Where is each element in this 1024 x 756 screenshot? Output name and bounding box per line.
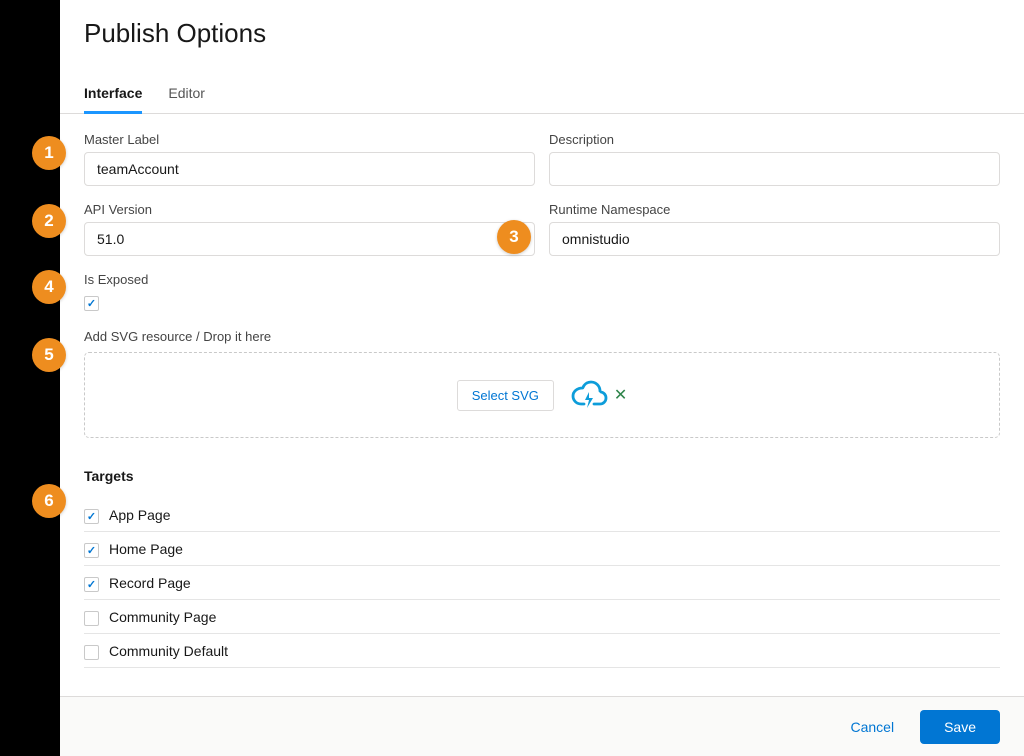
- runtime-namespace-label: Runtime Namespace: [549, 202, 1000, 217]
- modal-title: Publish Options: [84, 18, 1000, 49]
- publish-options-modal: Publish Options Interface Editor Master …: [60, 0, 1024, 756]
- targets-header: Targets: [84, 468, 1000, 484]
- target-item: Record Page: [84, 566, 1000, 600]
- master-label-label: Master Label: [84, 132, 535, 147]
- is-exposed-label: Is Exposed: [84, 272, 1000, 287]
- api-version-input[interactable]: [84, 222, 535, 256]
- tabs: Interface Editor: [60, 59, 1024, 114]
- callout-3: 3: [497, 220, 531, 254]
- remove-svg-icon[interactable]: ✕: [614, 385, 627, 405]
- target-checkbox-app-page[interactable]: [84, 509, 99, 524]
- target-checkbox-home-page[interactable]: [84, 543, 99, 558]
- target-label: Community Default: [109, 643, 228, 659]
- description-input[interactable]: [549, 152, 1000, 186]
- callout-5: 5: [32, 338, 66, 372]
- description-label: Description: [549, 132, 1000, 147]
- is-exposed-checkbox[interactable]: [84, 296, 99, 311]
- callout-2: 2: [32, 204, 66, 238]
- content: Master Label Description API Version Run…: [60, 114, 1024, 696]
- api-version-label: API Version: [84, 202, 535, 217]
- cloud-lightning-icon: [568, 378, 610, 412]
- svg-preview: ✕: [568, 378, 627, 412]
- target-checkbox-record-page[interactable]: [84, 577, 99, 592]
- target-item: App Page: [84, 498, 1000, 532]
- target-label: Community Page: [109, 609, 216, 625]
- target-checkbox-community-page[interactable]: [84, 611, 99, 626]
- tab-interface[interactable]: Interface: [84, 85, 142, 114]
- svg-dropzone[interactable]: Select SVG ✕: [84, 352, 1000, 438]
- callout-1: 1: [32, 136, 66, 170]
- master-label-input[interactable]: [84, 152, 535, 186]
- target-label: App Page: [109, 507, 171, 523]
- save-button[interactable]: Save: [920, 710, 1000, 744]
- tab-editor[interactable]: Editor: [168, 85, 205, 113]
- target-label: Home Page: [109, 541, 183, 557]
- target-label: Record Page: [109, 575, 191, 591]
- cancel-button[interactable]: Cancel: [840, 711, 904, 743]
- add-svg-label: Add SVG resource / Drop it here: [84, 329, 1000, 344]
- modal-header: Publish Options: [60, 0, 1024, 59]
- target-item: Community Default: [84, 634, 1000, 668]
- callout-4: 4: [32, 270, 66, 304]
- runtime-namespace-input[interactable]: [549, 222, 1000, 256]
- modal-footer: Cancel Save: [60, 696, 1024, 756]
- select-svg-button[interactable]: Select SVG: [457, 380, 554, 411]
- target-item: Home Page: [84, 532, 1000, 566]
- target-checkbox-community-default[interactable]: [84, 645, 99, 660]
- target-item: Community Page: [84, 600, 1000, 634]
- callout-6: 6: [32, 484, 66, 518]
